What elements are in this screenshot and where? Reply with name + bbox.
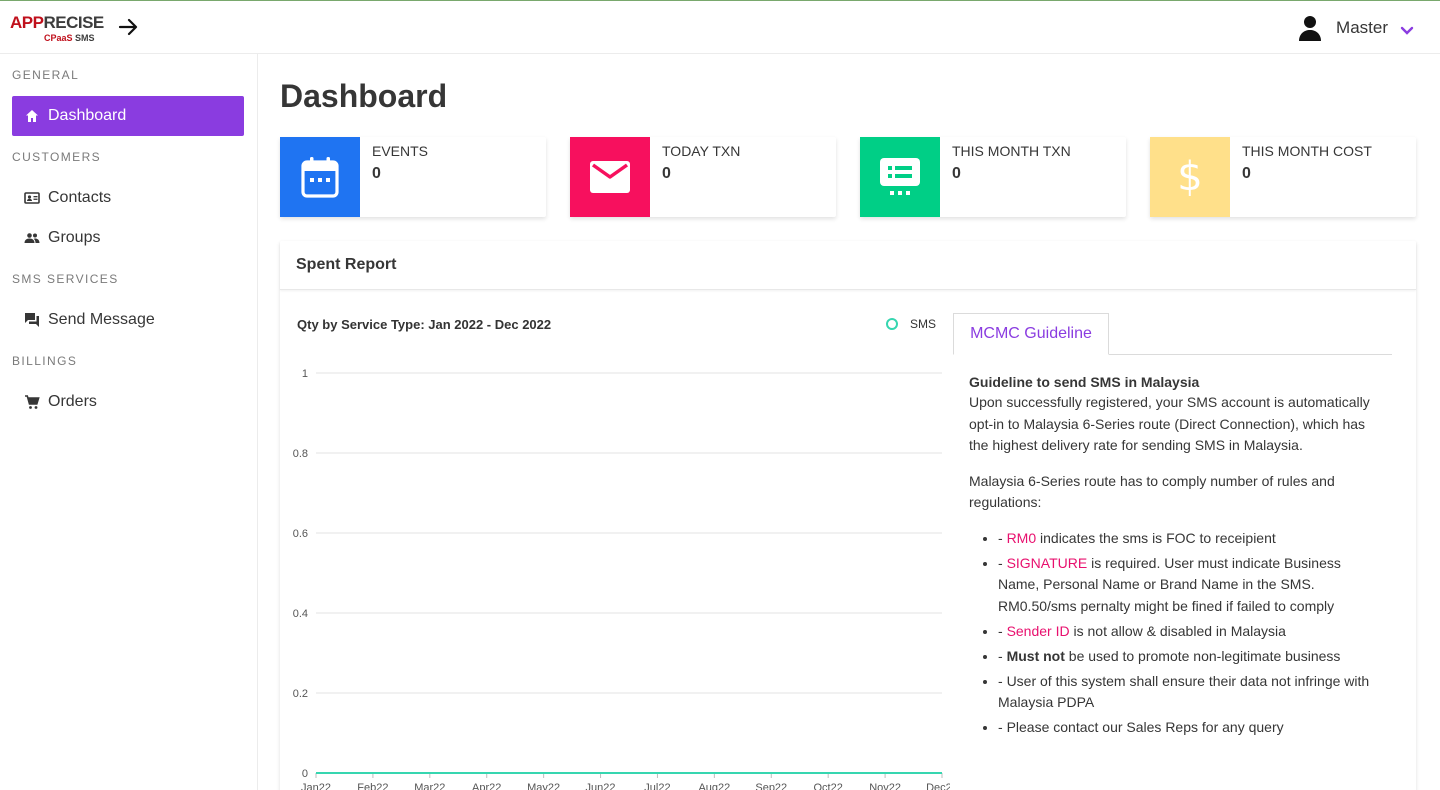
cart-icon [24,394,40,410]
chart-legend[interactable]: SMS [886,317,936,331]
sidebar-item-groups[interactable]: Groups [12,218,244,258]
card-header: Spent Report [280,241,1416,290]
tab-mcmc-guideline[interactable]: MCMC Guideline [953,313,1109,355]
x-tick-label: Jul22 [644,782,670,790]
y-tick-label: 0.4 [293,608,308,620]
sms-list-icon [860,137,940,217]
sidebar-item-send-message[interactable]: Send Message [12,300,244,340]
chevron-down-icon[interactable] [1400,23,1414,35]
rule-item: - User of this system shall ensure their… [998,671,1379,714]
sidebar-item-label: Dashboard [48,107,127,124]
chart-title: Qty by Service Type: Jan 2022 - Dec 2022 [297,317,552,332]
legend-label: SMS [910,317,937,331]
rule-item: - Sender ID is not allow & disabled in M… [998,621,1379,643]
sidebar-item-label: Send Message [48,311,155,328]
stat-label: TODAY TXN [662,143,741,159]
x-tick-label: Jan22 [301,782,331,790]
stat-value: 0 [662,165,671,182]
guideline-rules-list: - RM0 indicates the sms is FOC to receip… [969,528,1379,739]
x-tick-label: Oct22 [814,782,843,790]
x-tick-label: Feb22 [357,782,388,790]
y-tick-label: 0 [302,768,308,780]
app-logo[interactable]: APPRECISE CPaaS SMS [10,11,104,45]
sidebar-item-label: Orders [48,393,97,410]
logo-subtext-red: CPaaS [44,33,73,43]
sidebar-section-customers: CUSTOMERS [12,150,102,164]
stat-label: THIS MONTH TXN [952,143,1071,159]
legend-marker [886,318,898,330]
sidebar-section-general: GENERAL [12,68,80,82]
guideline-panel: Guideline to send SMS in Malaysia Upon s… [969,372,1379,742]
stat-card-this-month-cost[interactable]: $ THIS MONTH COST 0 [1150,137,1416,217]
chat-icon [24,312,40,328]
stat-label: EVENTS [372,143,429,159]
x-tick-label: May22 [527,782,560,790]
x-tick-label: Apr22 [472,782,501,790]
card-title: Spent Report [296,256,397,273]
top-bar: APPRECISE CPaaS SMS Master [0,0,1440,54]
people-icon [24,230,40,246]
stat-card-events[interactable]: EVENTS 0 [280,137,546,217]
sidebar-section-billings: BILLINGS [12,354,78,368]
stat-value: 0 [372,165,381,182]
sidebar-section-sms-services: SMS SERVICES [12,272,119,286]
x-tick-label: Nov22 [869,782,901,790]
y-tick-label: 0.8 [293,448,308,460]
y-tick-label: 1 [302,368,308,380]
y-tick-label: 0.6 [293,528,308,540]
calendar-icon [280,137,360,217]
sidebar-item-dashboard[interactable]: Dashboard [12,96,244,136]
logo-text-rest: RECISE [43,13,104,32]
sidebar-item-orders[interactable]: Orders [12,382,244,422]
x-tick-label: Dec22 [926,782,950,790]
stat-card-today-txn[interactable]: TODAY TXN 0 [570,137,836,217]
user-menu[interactable]: Master [1298,14,1414,42]
stat-value: 0 [1242,165,1251,182]
dollar-icon: $ [1150,137,1230,217]
user-avatar-icon [1298,15,1322,41]
contact-card-icon [24,190,40,206]
stat-value: 0 [952,165,961,182]
home-icon [24,108,40,124]
rule-item: - RM0 indicates the sms is FOC to receip… [998,528,1379,550]
sidebar-toggle-arrow-icon[interactable] [116,15,140,39]
stat-card-this-month-txn[interactable]: THIS MONTH TXN 0 [860,137,1126,217]
x-tick-label: Mar22 [414,782,445,790]
mail-icon [570,137,650,217]
rule-item: - Please contact our Sales Reps for any … [998,717,1379,739]
sidebar-item-label: Contacts [48,189,112,206]
spent-report-card: Spent Report Qty by Service Type: Jan 20… [280,241,1416,790]
guideline-paragraph-1: Upon successfully registered, your SMS a… [969,394,1370,453]
user-name: Master [1336,18,1388,37]
page-title: Dashboard [280,78,448,114]
guideline-heading: Guideline to send SMS in Malaysia [969,374,1200,390]
rule-item: - Must not be used to promote non-legiti… [998,646,1379,668]
x-tick-label: Sep22 [755,782,787,790]
guideline-paragraph-2: Malaysia 6-Series route has to comply nu… [969,472,1335,511]
x-tick-label: Jun22 [586,782,616,790]
sidebar: GENERAL Dashboard CUSTOMERS Contacts Gro… [0,54,258,790]
logo-text-red: APP [10,13,44,32]
stat-label: THIS MONTH COST [1242,143,1372,159]
sidebar-item-label: Groups [48,229,101,246]
rule-item: - SIGNATURE is required. User must indic… [998,553,1379,618]
logo-subtext-rest: SMS [75,33,95,43]
line-chart: 0 0.2 0.4 0.6 0.8 1 Jan22 Feb22 Mar22 Apr22 May22 J… [293,368,950,790]
sidebar-item-contacts[interactable]: Contacts [12,178,244,218]
x-tick-label: Aug22 [698,782,730,790]
y-tick-label: 0.2 [293,688,308,700]
